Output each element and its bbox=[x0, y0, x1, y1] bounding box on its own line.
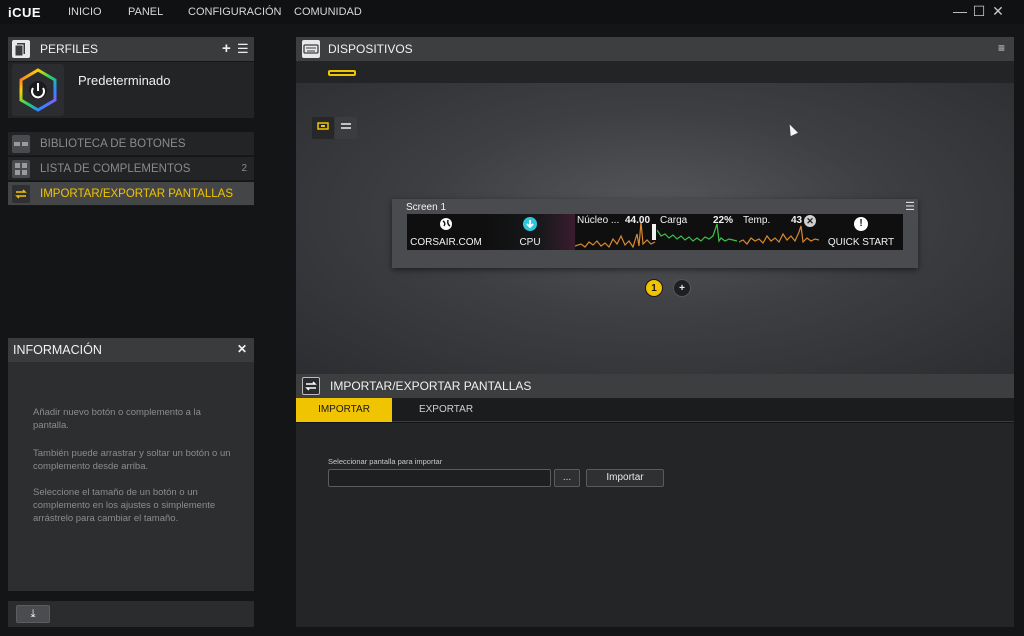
maximize-button[interactable]: ☐ bbox=[971, 3, 987, 20]
tab-importar[interactable]: IMPORTAR bbox=[296, 398, 392, 422]
icue-window: iCUE INICIO PANEL CONFIGURACIÓN COMUNIDA… bbox=[0, 0, 1024, 636]
import-button[interactable]: Importar bbox=[586, 469, 664, 487]
import-export-header: IMPORTAR/EXPORTAR PANTALLAS bbox=[296, 374, 1014, 398]
remove-widget-icon[interactable]: ✕ bbox=[804, 215, 816, 227]
tab-exportar[interactable]: EXPORTAR bbox=[398, 398, 494, 422]
library-item-label: LISTA DE COMPLEMENTOS bbox=[40, 163, 191, 175]
swap-icon bbox=[302, 377, 320, 395]
tile-label: QUICK START bbox=[827, 237, 895, 248]
keyboard-icon bbox=[302, 40, 320, 58]
library-item-botones[interactable]: BIBLIOTECA DE BOTONES bbox=[8, 132, 254, 156]
app-logo: iCUE bbox=[8, 5, 42, 20]
graph-label: Núcleo ... bbox=[577, 215, 620, 226]
graph-load[interactable]: Carga 22% bbox=[652, 214, 739, 250]
nav-panel[interactable]: PANEL bbox=[128, 6, 163, 18]
swap-icon bbox=[12, 185, 30, 203]
browse-button[interactable]: ... bbox=[554, 469, 580, 487]
device-tabs bbox=[296, 61, 1014, 83]
graph-label: Temp. bbox=[743, 215, 771, 226]
info-body: Añadir nuevo botón o complemento a la pa… bbox=[8, 362, 254, 591]
download-icon: ⤓ bbox=[30, 608, 36, 620]
lcd-preview: CORSAIR.COM CPU Núcleo ... 44.00 Carga 2… bbox=[407, 214, 903, 250]
info-paragraph: Añadir nuevo botón o complemento a la pa… bbox=[33, 407, 201, 431]
page-1-button[interactable]: 1 bbox=[645, 279, 663, 297]
library-item-importar-exportar[interactable]: IMPORTAR/EXPORTAR PANTALLAS bbox=[8, 182, 254, 206]
grid-icon bbox=[12, 160, 30, 178]
device-tab-lcd[interactable] bbox=[328, 70, 356, 76]
profiles-header: PERFILES + ☰ bbox=[8, 37, 254, 61]
import-file-input[interactable] bbox=[328, 469, 551, 487]
profiles-menu-icon[interactable]: ☰ bbox=[237, 41, 249, 57]
info-paragraph: Seleccione el tamaño de un botón o un co… bbox=[33, 487, 216, 524]
graph-core[interactable]: Núcleo ... 44.00 bbox=[574, 214, 657, 250]
devices-menu-icon[interactable]: ≡ bbox=[998, 41, 1005, 55]
download-button[interactable]: ⤓ bbox=[16, 605, 50, 623]
minimize-button[interactable]: — bbox=[952, 3, 968, 19]
graph-value: 22% bbox=[713, 215, 734, 226]
info-paragraph: También puede arrastrar y soltar un botó… bbox=[33, 448, 231, 472]
tile-label: CPU bbox=[519, 237, 541, 248]
import-panel: Seleccionar pantalla para importar ... I… bbox=[296, 423, 1014, 627]
nav-inicio[interactable]: INICIO bbox=[68, 6, 102, 18]
nav-configuracion[interactable]: CONFIGURACIÓN bbox=[188, 6, 282, 18]
graph-temp[interactable]: Temp. 43 ✕ bbox=[738, 214, 820, 250]
screen-menu-icon[interactable]: ☰ bbox=[905, 200, 915, 213]
info-footer: ⤓ bbox=[8, 601, 254, 627]
title-bar: iCUE INICIO PANEL CONFIGURACIÓN COMUNIDA… bbox=[0, 0, 1024, 24]
graph-value: 44.00 bbox=[625, 215, 651, 226]
add-profile-icon[interactable]: + bbox=[222, 40, 231, 57]
import-export-title: IMPORTAR/EXPORTAR PANTALLAS bbox=[330, 379, 532, 393]
profiles-title: PERFILES bbox=[40, 42, 99, 56]
add-page-button[interactable]: + bbox=[673, 279, 691, 297]
library-item-label: BIBLIOTECA DE BOTONES bbox=[40, 138, 186, 150]
drag-handle[interactable] bbox=[652, 224, 656, 240]
view-toggle-list[interactable] bbox=[335, 117, 357, 139]
profiles-icon bbox=[12, 40, 30, 58]
view-toggle-single[interactable] bbox=[312, 117, 334, 139]
tile-quick-start[interactable]: ! QUICK START bbox=[819, 214, 903, 250]
close-button[interactable]: ✕ bbox=[990, 3, 1006, 20]
devices-header: DISPOSITIVOS ≡ bbox=[296, 37, 1014, 61]
globe-icon bbox=[439, 217, 453, 231]
import-export-tabs: IMPORTAR EXPORTAR bbox=[296, 398, 1014, 422]
graph-value: 43 bbox=[791, 215, 803, 226]
profile-card[interactable]: Predeterminado bbox=[8, 62, 254, 118]
library-item-count: 2 bbox=[241, 163, 247, 174]
info-title: INFORMACIÓN bbox=[13, 343, 102, 357]
devices-title: DISPOSITIVOS bbox=[328, 42, 413, 56]
library-item-label: IMPORTAR/EXPORTAR PANTALLAS bbox=[40, 188, 233, 200]
close-info-icon[interactable]: ✕ bbox=[237, 342, 247, 356]
screen-title: Screen 1 bbox=[406, 202, 447, 213]
tile-label: CORSAIR.COM bbox=[410, 237, 482, 248]
library-item-complementos[interactable]: LISTA DE COMPLEMENTOS 2 bbox=[8, 157, 254, 181]
profile-name: Predeterminado bbox=[78, 73, 171, 88]
alert-icon: ! bbox=[854, 217, 868, 231]
arrow-down-icon bbox=[523, 217, 537, 231]
info-header: INFORMACIÓN ✕ bbox=[8, 338, 254, 362]
tile-corsair[interactable]: CORSAIR.COM bbox=[407, 214, 485, 250]
profile-avatar bbox=[12, 64, 64, 116]
nav-comunidad[interactable]: COMUNIDAD bbox=[294, 6, 362, 18]
graph-label: Carga bbox=[660, 215, 688, 226]
buttons-icon bbox=[12, 135, 30, 153]
screen-panel[interactable]: Screen 1 ☰ CORSAIR.COM CPU Núcleo ... 44… bbox=[392, 199, 918, 268]
tile-cpu[interactable]: CPU bbox=[485, 214, 575, 250]
import-field-label: Seleccionar pantalla para importar bbox=[328, 457, 443, 466]
